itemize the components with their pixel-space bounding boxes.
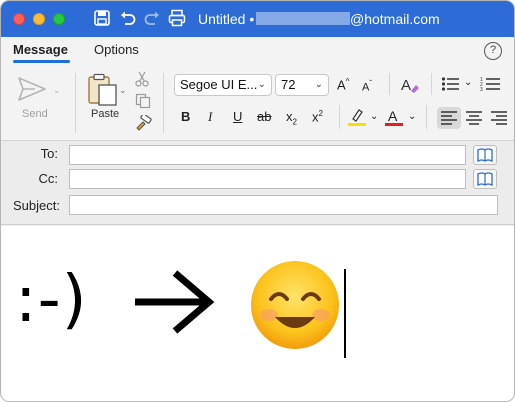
to-input[interactable] xyxy=(69,145,466,165)
svg-text:A: A xyxy=(388,108,398,124)
copy-icon[interactable] xyxy=(135,93,151,109)
clear-formatting-icon[interactable]: A xyxy=(399,75,421,95)
font-name-dropdown[interactable]: Segoe UI E... ⌄ xyxy=(174,74,272,96)
cut-icon[interactable] xyxy=(135,71,149,87)
cc-label: Cc: xyxy=(38,171,59,186)
subscript-button[interactable]: x2 xyxy=(286,109,297,127)
to-label: To: xyxy=(40,146,58,161)
cc-address-book-button[interactable] xyxy=(473,169,497,189)
superscript-mark: 2 xyxy=(318,109,323,118)
highlight-color-chevron-icon[interactable]: ⌄ xyxy=(370,111,378,122)
title-bar: Untitled • @hotmail.com xyxy=(1,1,514,37)
bullet-list-icon[interactable] xyxy=(441,76,461,92)
grow-font-button[interactable]: A^ xyxy=(337,77,349,92)
ribbon-divider xyxy=(75,73,76,133)
numbered-list-icon[interactable]: 1 2 3 xyxy=(480,76,500,92)
right-arrow-icon xyxy=(135,270,215,334)
subject-input[interactable] xyxy=(69,195,498,215)
font-size-value: 72 xyxy=(281,77,296,92)
undo-icon[interactable] xyxy=(119,9,137,27)
smiling-face-emoji-icon xyxy=(251,261,339,349)
highlighter-icon[interactable] xyxy=(347,107,367,127)
ribbon-divider xyxy=(389,73,390,95)
text-cursor xyxy=(344,269,346,358)
send-icon[interactable] xyxy=(17,75,47,103)
save-icon[interactable] xyxy=(93,9,111,27)
redo-icon[interactable] xyxy=(143,9,161,27)
font-name-value: Segoe UI E... xyxy=(180,77,258,92)
print-icon[interactable] xyxy=(168,9,186,27)
send-options-chevron-icon[interactable]: ⌄ xyxy=(53,85,61,96)
chevron-down-icon: ⌄ xyxy=(257,79,266,90)
align-center-icon[interactable] xyxy=(466,111,482,125)
redacted-email-block xyxy=(256,12,350,25)
close-window-button[interactable] xyxy=(13,13,25,25)
compose-window: Untitled • @hotmail.com Message Options … xyxy=(0,0,515,402)
ribbon-tabs: Message Options xyxy=(1,37,514,65)
svg-text:A: A xyxy=(401,77,411,94)
subject-label: Subject: xyxy=(13,198,60,213)
format-painter-icon[interactable] xyxy=(134,115,152,131)
paste-options-chevron-icon[interactable]: ⌄ xyxy=(119,85,127,96)
maximize-window-button[interactable] xyxy=(53,13,65,25)
shrink-font-button[interactable]: Aˇ xyxy=(362,79,372,94)
address-book-icon xyxy=(477,172,493,187)
active-tab-indicator xyxy=(13,60,70,63)
font-color-icon[interactable]: A xyxy=(384,107,404,127)
subscript-mark: 2 xyxy=(292,117,297,127)
underline-button[interactable]: U xyxy=(233,109,242,124)
ribbon-divider xyxy=(426,105,427,129)
ribbon-divider xyxy=(339,105,340,129)
tab-message[interactable]: Message xyxy=(13,42,68,57)
bullet-options-chevron-icon[interactable]: ⌄ xyxy=(464,77,472,88)
ribbon-divider xyxy=(163,73,164,133)
address-book-icon xyxy=(477,148,493,163)
align-right-icon[interactable] xyxy=(491,111,507,125)
grow-font-label: A xyxy=(337,77,346,93)
svg-text:3: 3 xyxy=(480,87,483,92)
bold-button[interactable]: B xyxy=(181,109,190,124)
chevron-down-icon: ⌄ xyxy=(314,79,323,90)
tab-options[interactable]: Options xyxy=(94,42,139,57)
help-icon[interactable]: ? xyxy=(484,42,502,60)
recipient-email-suffix: @hotmail.com xyxy=(350,11,440,27)
paste-button-label[interactable]: Paste xyxy=(91,108,119,120)
paste-icon[interactable] xyxy=(87,73,119,107)
strikethrough-button[interactable]: ab xyxy=(257,109,271,124)
to-address-book-button[interactable] xyxy=(473,145,497,165)
send-button-label[interactable]: Send xyxy=(22,108,48,120)
italic-button[interactable]: I xyxy=(208,109,212,125)
cc-input[interactable] xyxy=(69,169,466,189)
font-color-chevron-icon[interactable]: ⌄ xyxy=(408,111,416,122)
window-title: Untitled • xyxy=(198,11,255,27)
minimize-window-button[interactable] xyxy=(33,13,45,25)
ribbon-divider xyxy=(431,73,432,95)
emoticon-text: :-) xyxy=(15,263,88,337)
align-left-icon[interactable] xyxy=(441,111,457,125)
font-size-dropdown[interactable]: 72 ⌄ xyxy=(275,74,329,96)
superscript-button[interactable]: x2 xyxy=(312,109,323,124)
